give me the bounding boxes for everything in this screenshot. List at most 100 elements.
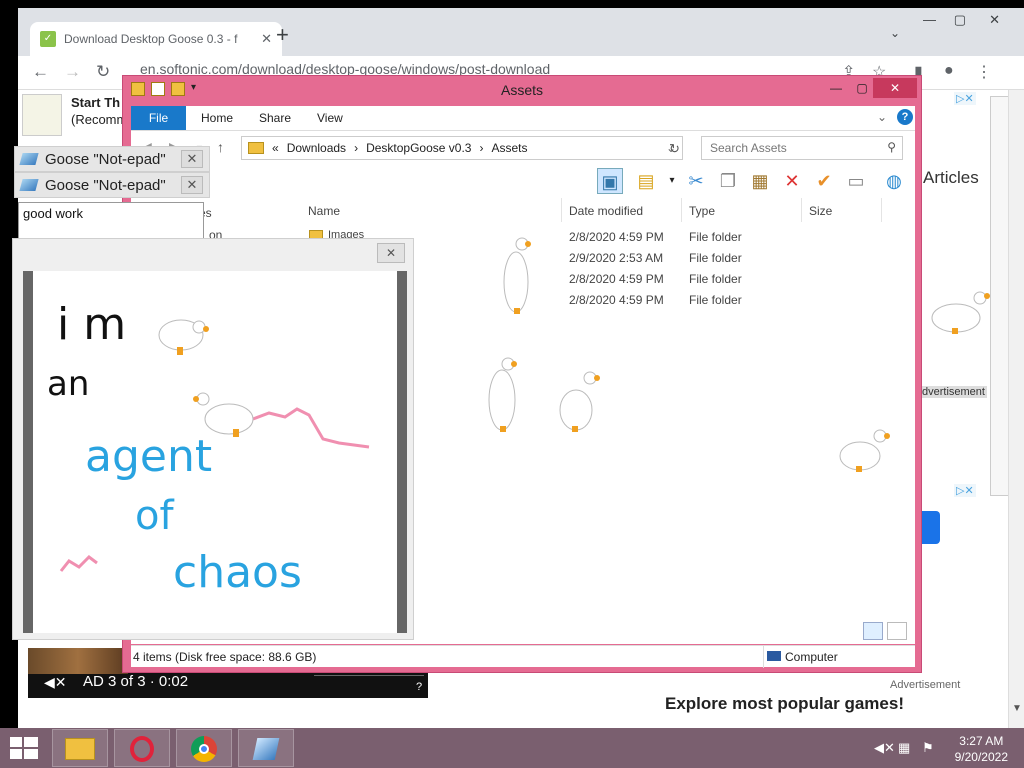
delete-icon[interactable]: ✕ xyxy=(779,168,805,194)
notepad-icon xyxy=(19,179,39,191)
info-icon[interactable]: ? xyxy=(416,681,422,693)
maximize-icon[interactable]: ▢ xyxy=(954,12,966,28)
page-scrollbar[interactable]: ▼ xyxy=(1008,90,1024,728)
profile-icon[interactable]: ● xyxy=(944,62,954,80)
ad-choices-icon-2[interactable]: ▷✕ xyxy=(954,484,976,497)
breadcrumb-desktopgoose[interactable]: DesktopGoose v0.3 xyxy=(366,141,471,155)
notepad-title: Goose "Not-epad" xyxy=(45,176,166,194)
column-header-name[interactable]: Name xyxy=(308,204,340,218)
pink-scribble xyxy=(252,407,370,449)
check-icon[interactable]: ✔ xyxy=(811,168,837,194)
browser-tab[interactable]: ✓ Download Desktop Goose 0.3 - f ✕ xyxy=(30,22,282,56)
tab-title: Download Desktop Goose 0.3 - f xyxy=(64,32,238,46)
tab-view[interactable]: View xyxy=(317,111,343,125)
taskbar: ◀✕ ▦ ⚑ 3:27 AM 9/20/2022 xyxy=(0,728,1024,768)
file-explorer-icon xyxy=(65,738,95,760)
search-input[interactable]: Search Assets ⚲ xyxy=(701,136,903,160)
rename-icon[interactable]: ▭ xyxy=(843,168,869,194)
forward-icon[interactable]: → xyxy=(64,62,81,82)
details-view-icon[interactable] xyxy=(863,622,883,640)
mute-icon[interactable]: ◀✕ xyxy=(44,674,67,691)
preview-pane-icon[interactable]: ▣ xyxy=(597,168,623,194)
column-separator[interactable] xyxy=(881,198,882,222)
column-header-type[interactable]: Type xyxy=(689,204,715,218)
tab-share[interactable]: Share xyxy=(259,111,291,125)
column-separator[interactable] xyxy=(801,198,802,222)
tab-file[interactable]: File xyxy=(131,106,186,130)
taskbar-opera[interactable] xyxy=(114,729,170,767)
network-icon[interactable]: ▦ xyxy=(898,740,910,756)
address-bar[interactable]: « Downloads › DesktopGoose v0.3 › Assets… xyxy=(241,136,683,160)
close-icon[interactable]: ✕ xyxy=(873,78,917,98)
windows-start-icon[interactable] xyxy=(10,737,38,759)
ad-counter: AD 3 of 3 · 0:02 xyxy=(83,673,189,690)
notepad-icon xyxy=(252,738,280,760)
volume-muted-icon[interactable]: ◀✕ xyxy=(874,740,895,756)
minimize-icon[interactable]: — xyxy=(923,12,936,27)
select-folder-icon[interactable]: ▤ xyxy=(633,168,659,194)
taskbar-notepad[interactable] xyxy=(238,729,294,767)
goose-sprite xyxy=(839,429,890,472)
explorer-titlebar[interactable]: ▾ Assets — ▢ ✕ xyxy=(123,76,921,104)
paste-icon[interactable]: ▦ xyxy=(747,168,773,194)
breadcrumb-downloads[interactable]: Downloads xyxy=(287,141,346,155)
notepad-window-titlebar[interactable]: Goose "Not-epad" ✕ xyxy=(14,146,210,172)
refresh-icon[interactable]: ↻ xyxy=(669,141,680,157)
banner-thumbnail xyxy=(22,94,62,136)
dropdown-icon[interactable]: ▾ xyxy=(659,168,685,194)
cut-icon[interactable]: ✂ xyxy=(683,168,709,194)
minimize-icon[interactable]: — xyxy=(823,78,849,98)
search-icon[interactable]: ⚲ xyxy=(887,140,896,154)
maximize-icon[interactable]: ▢ xyxy=(849,78,875,98)
pink-scribble-small xyxy=(59,555,98,572)
notepad-text-area[interactable]: good work xyxy=(18,202,204,242)
close-icon[interactable]: ✕ xyxy=(989,12,1000,28)
tab-close-icon[interactable]: ✕ xyxy=(261,31,272,47)
item-count: 4 items (Disk free space: 88.6 GB) xyxy=(133,650,317,664)
close-icon[interactable]: ✕ xyxy=(181,150,203,168)
chrome-icon xyxy=(191,736,217,762)
action-center-icon[interactable]: ⚑ xyxy=(922,740,934,756)
tab-home[interactable]: Home xyxy=(201,111,233,125)
clock[interactable]: 3:27 AM 9/20/2022 xyxy=(955,733,1008,765)
close-icon[interactable]: ✕ xyxy=(181,176,203,194)
clock-date: 9/20/2022 xyxy=(954,750,1008,764)
back-icon[interactable]: ← xyxy=(32,62,49,82)
drawn-word-i-m: i m xyxy=(57,299,126,350)
taskbar-file-explorer[interactable] xyxy=(52,729,108,767)
promo-banner[interactable]: Start Th (Recomm xyxy=(18,90,128,144)
reload-icon[interactable]: ↻ xyxy=(96,62,110,82)
view-switcher xyxy=(863,622,907,640)
column-header-size[interactable]: Size xyxy=(809,204,832,218)
menu-icon[interactable]: ⋮ xyxy=(976,62,992,82)
help-icon[interactable]: ? xyxy=(897,109,913,125)
drawing-svg: i m an agent of chaos xyxy=(47,299,370,598)
clock-time: 3:27 AM xyxy=(959,734,1004,748)
scroll-down-icon[interactable]: ▼ xyxy=(1012,703,1022,714)
folder-icon xyxy=(248,142,264,154)
up-icon[interactable]: ↑ xyxy=(217,139,224,155)
copy-icon[interactable]: ❐ xyxy=(715,168,741,194)
ad-choices-icon[interactable]: ▷✕ xyxy=(954,92,976,105)
column-header-date[interactable]: Date modified xyxy=(569,204,643,218)
close-icon[interactable]: ✕ xyxy=(377,243,405,263)
globe-icon[interactable]: ◍ xyxy=(881,168,907,194)
drawn-word-agent: agent xyxy=(85,431,212,482)
explore-heading: Explore most popular games! xyxy=(665,694,904,713)
drawing-canvas: i m an agent of chaos xyxy=(23,271,407,633)
notepad-window-titlebar[interactable]: Goose "Not-epad" ✕ xyxy=(14,172,210,198)
expand-ribbon-icon[interactable]: ⌄ xyxy=(877,110,887,124)
goose-sprite xyxy=(503,237,531,314)
breadcrumb-chevron-icon: › xyxy=(479,141,484,155)
new-tab-button[interactable]: + xyxy=(276,22,289,48)
tab-search-chevron-icon[interactable]: ⌄ xyxy=(890,26,900,40)
banner-title: Start Th xyxy=(71,95,121,110)
taskbar-chrome[interactable] xyxy=(176,729,232,767)
large-icons-view-icon[interactable] xyxy=(887,622,907,640)
breadcrumb-assets[interactable]: Assets xyxy=(491,141,527,155)
ad-progress xyxy=(314,675,424,676)
column-separator[interactable] xyxy=(681,198,682,222)
drawn-word-chaos: chaos xyxy=(173,547,302,598)
goose-drawing-window: ✕ i m an agent of chaos xyxy=(12,238,414,640)
column-separator[interactable] xyxy=(561,198,562,222)
